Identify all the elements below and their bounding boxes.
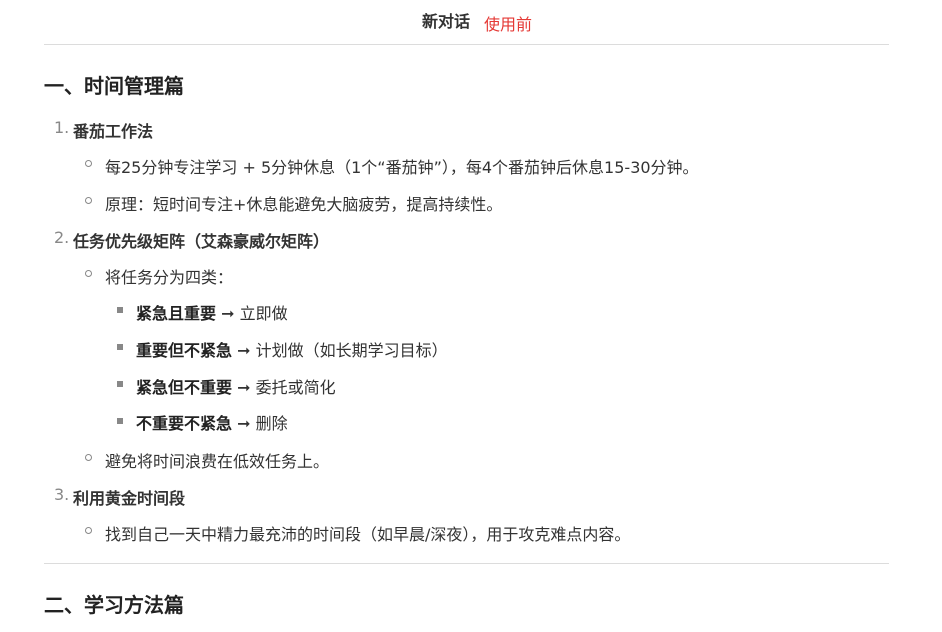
bullet-square-icon bbox=[117, 418, 123, 424]
quadrant-label: 重要但不紧急 bbox=[136, 341, 233, 360]
list-item: 每25分钟专注学习 + 5分钟休息（1个“番茄钟”），每4个番茄钟后休息15-3… bbox=[105, 158, 699, 177]
quadrant-action: ➞ 计划做（如长期学习目标） bbox=[232, 341, 448, 360]
bullet-circle-icon bbox=[85, 527, 92, 534]
quadrant-label: 紧急但不重要 bbox=[136, 378, 233, 397]
list-item: 避免将时间浪费在低效任务上。 bbox=[105, 452, 330, 471]
bullet-square-icon bbox=[117, 344, 123, 350]
list-item: 不重要不紧急 ➞ 删除 bbox=[136, 410, 288, 434]
item-title-eisenhower-matrix: 任务优先级矩阵（艾森豪威尔矩阵） bbox=[73, 232, 330, 251]
quadrant-action: ➞ 委托或简化 bbox=[232, 378, 336, 397]
list-item: 紧急且重要 ➞ 立即做 bbox=[136, 300, 288, 324]
quadrant-label: 紧急且重要 bbox=[136, 304, 217, 323]
bullet-circle-icon bbox=[85, 197, 92, 204]
bullet-square-icon bbox=[117, 307, 123, 313]
header-divider bbox=[44, 44, 889, 45]
before-use-tag: 使用前 bbox=[484, 15, 533, 34]
list-number-1: 1. bbox=[54, 118, 70, 137]
quadrant-action: ➞ 立即做 bbox=[216, 304, 288, 323]
section-heading-study-methods: 二、学习方法篇 bbox=[44, 593, 184, 617]
list-number-2: 2. bbox=[54, 228, 70, 247]
item-title-golden-hours: 利用黄金时间段 bbox=[73, 489, 186, 508]
list-item: 找到自己一天中精力最充沛的时间段（如早晨/深夜），用于攻克难点内容。 bbox=[105, 525, 631, 544]
bullet-circle-icon bbox=[85, 160, 92, 167]
list-number-3: 3. bbox=[54, 485, 70, 504]
conversation-title: 新对话 bbox=[422, 12, 471, 31]
bullet-circle-icon bbox=[85, 270, 92, 277]
chat-header: 新对话 使用前 bbox=[0, 0, 942, 44]
item-title-pomodoro: 番茄工作法 bbox=[73, 122, 154, 141]
list-item: 紧急但不重要 ➞ 委托或简化 bbox=[136, 374, 336, 398]
list-item: 原理：短时间专注+休息能避免大脑疲劳，提高持续性。 bbox=[105, 195, 503, 214]
quadrant-action: ➞ 删除 bbox=[232, 414, 288, 433]
bullet-circle-icon bbox=[85, 454, 92, 461]
section-heading-time-management: 一、时间管理篇 bbox=[44, 74, 184, 98]
list-item: 重要但不紧急 ➞ 计划做（如长期学习目标） bbox=[136, 337, 448, 361]
quadrant-label: 不重要不紧急 bbox=[136, 414, 233, 433]
bullet-square-icon bbox=[117, 381, 123, 387]
list-item: 将任务分为四类： bbox=[105, 268, 234, 287]
section-divider bbox=[44, 563, 889, 564]
